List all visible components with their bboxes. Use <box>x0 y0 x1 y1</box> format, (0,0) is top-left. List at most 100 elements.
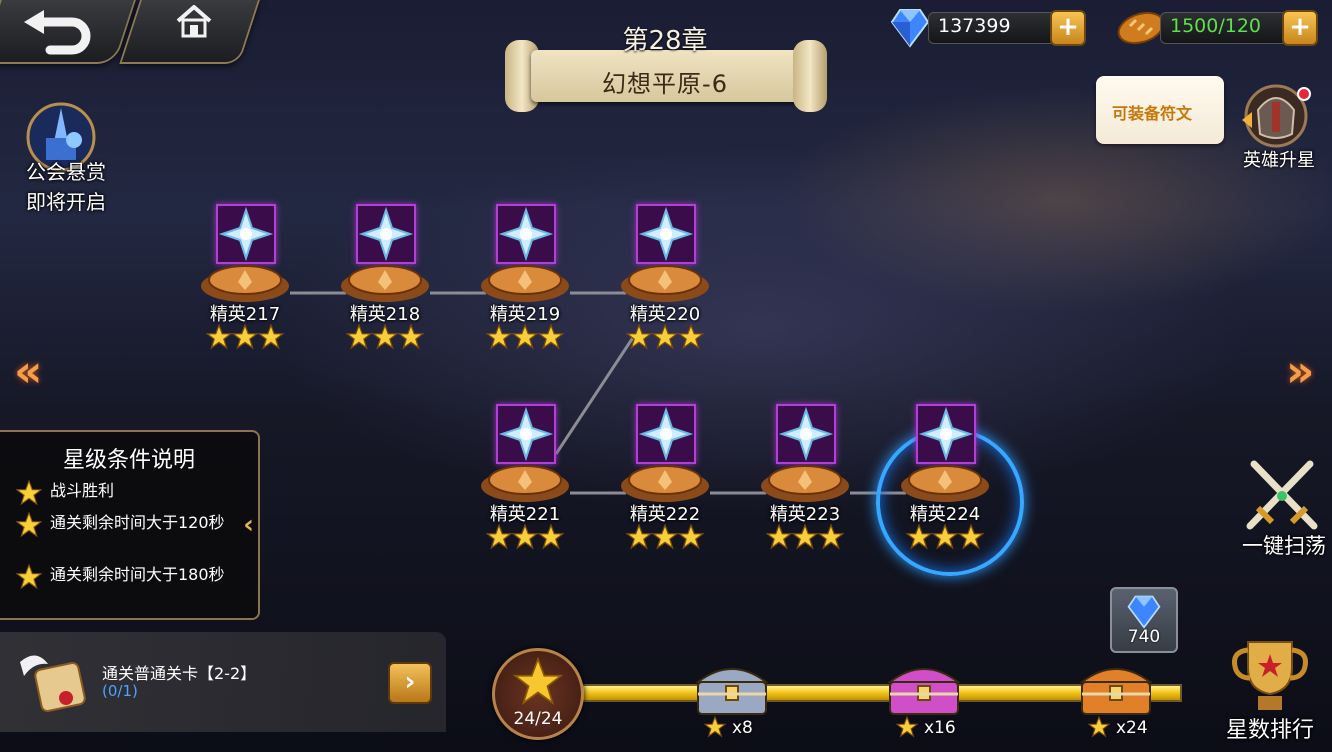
stage-node[interactable]: 精英219 <box>466 204 586 354</box>
stage-stars <box>626 524 706 550</box>
star-conditions-title: 星级条件说明 <box>62 448 195 473</box>
treasure-chest-icon <box>887 668 961 715</box>
snowflake-gem-icon <box>498 406 554 462</box>
stage-reward-box <box>636 404 696 464</box>
star-icon <box>958 524 984 550</box>
winged-scroll-icon <box>20 655 86 712</box>
stage-stars <box>486 524 566 550</box>
star-icon <box>258 324 284 350</box>
star-conditions-panel: 星级条件说明 战斗胜利 通关剩余时间大于120秒 通关剩余时间大于180秒 ‹ <box>0 430 260 620</box>
star-icon <box>652 324 678 350</box>
stage-pedestal-icon <box>481 265 569 302</box>
one-click-sweep-label: 一键扫荡 <box>1242 534 1326 558</box>
quest-progress: (0/1) <box>102 682 138 700</box>
trophy-icon[interactable] <box>1222 638 1318 714</box>
crossed-swords-icon[interactable] <box>1240 456 1324 532</box>
quest-text: 通关普通关卡【2-2】 <box>102 664 257 683</box>
big-star-icon <box>512 657 564 705</box>
stage-node[interactable]: 精英221 <box>466 404 586 554</box>
stage-stars <box>626 324 706 350</box>
stage-reward-box <box>776 404 836 464</box>
star-icon <box>652 524 678 550</box>
star-icon <box>16 480 42 506</box>
condition-text: 通关剩余时间大于180秒 <box>50 565 225 584</box>
stage-reward-box <box>496 404 556 464</box>
collapse-panel-arrow-icon[interactable]: ‹ <box>243 510 254 540</box>
star-icon <box>16 512 42 538</box>
star-icon <box>678 524 704 550</box>
stage-node[interactable]: 精英217 <box>186 204 306 354</box>
reward-diamond-icon <box>1127 595 1161 629</box>
stage-label: 精英224 <box>909 504 981 525</box>
stage-node[interactable]: 精英218 <box>326 204 446 354</box>
stage-pedestal-icon <box>901 465 989 502</box>
stage-stars <box>486 324 566 350</box>
star-icon <box>486 324 512 350</box>
star-icon <box>538 524 564 550</box>
reward-preview-bubble: 740 <box>1110 587 1178 653</box>
quest-go-button[interactable]: › <box>388 662 432 704</box>
stage-reward-box <box>496 204 556 264</box>
stage-label: 精英217 <box>209 304 281 325</box>
stage-pedestal-icon <box>481 465 569 502</box>
star-icon <box>906 524 932 550</box>
condition-item: 通关剩余时间大于180秒 <box>16 564 230 590</box>
star-icon <box>818 524 844 550</box>
stage-reward-box <box>636 204 696 264</box>
stage-label: 精英222 <box>629 504 701 525</box>
star-icon <box>512 324 538 350</box>
star-icon <box>932 524 958 550</box>
stage-label: 精英220 <box>629 304 701 325</box>
star-reward-chest[interactable]: x8 <box>692 656 772 738</box>
star-icon <box>626 524 652 550</box>
star-reward-chest[interactable]: x16 <box>884 656 964 738</box>
snowflake-gem-icon <box>498 206 554 262</box>
stage-node[interactable]: 精英223 <box>746 404 866 554</box>
star-icon <box>486 524 512 550</box>
star-icon <box>206 324 232 350</box>
snowflake-gem-icon <box>358 206 414 262</box>
star-icon <box>626 324 652 350</box>
chest-star-requirement: x24 <box>1116 718 1148 738</box>
star-icon <box>1088 716 1110 738</box>
star-icon <box>678 324 704 350</box>
snowflake-gem-icon <box>918 406 974 462</box>
stage-reward-box <box>216 204 276 264</box>
snowflake-gem-icon <box>218 206 274 262</box>
star-icon <box>372 324 398 350</box>
stage-label: 精英219 <box>489 304 561 325</box>
condition-item: 通关剩余时间大于120秒 <box>16 512 230 538</box>
star-icon <box>232 324 258 350</box>
star-icon <box>792 524 818 550</box>
star-icon <box>766 524 792 550</box>
star-icon <box>704 716 726 738</box>
stage-pedestal-icon <box>761 465 849 502</box>
star-ranking-label: 星数排行 <box>1225 718 1314 743</box>
stage-stars <box>206 324 286 350</box>
stage-node[interactable]: 精英222 <box>606 404 726 554</box>
stage-reward-box <box>356 204 416 264</box>
treasure-chest-icon <box>1079 668 1153 715</box>
stage-pedestal-icon <box>621 265 709 302</box>
treasure-chest-icon <box>695 668 769 715</box>
stage-label: 精英221 <box>489 504 561 525</box>
stage-node[interactable]: 精英220 <box>606 204 726 354</box>
stage-pedestal-icon <box>341 265 429 302</box>
star-total-medal: 24/24 <box>492 648 584 740</box>
condition-text: 战斗胜利 <box>50 481 115 500</box>
star-total-count: 24/24 <box>513 709 563 729</box>
stage-node[interactable]: 精英224 <box>886 404 1006 554</box>
star-icon <box>538 324 564 350</box>
chest-star-requirement: x8 <box>732 718 753 738</box>
star-icon <box>398 324 424 350</box>
snowflake-gem-icon <box>638 406 694 462</box>
chest-star-requirement: x16 <box>924 718 956 738</box>
star-reward-chest[interactable]: x24 <box>1076 656 1156 738</box>
star-icon <box>346 324 372 350</box>
snowflake-gem-icon <box>638 206 694 262</box>
stage-pedestal-icon <box>201 265 289 302</box>
star-icon <box>896 716 918 738</box>
stage-reward-box <box>916 404 976 464</box>
quest-bar: 通关普通关卡【2-2】 (0/1) › <box>0 632 446 732</box>
stage-label: 精英223 <box>769 504 841 525</box>
